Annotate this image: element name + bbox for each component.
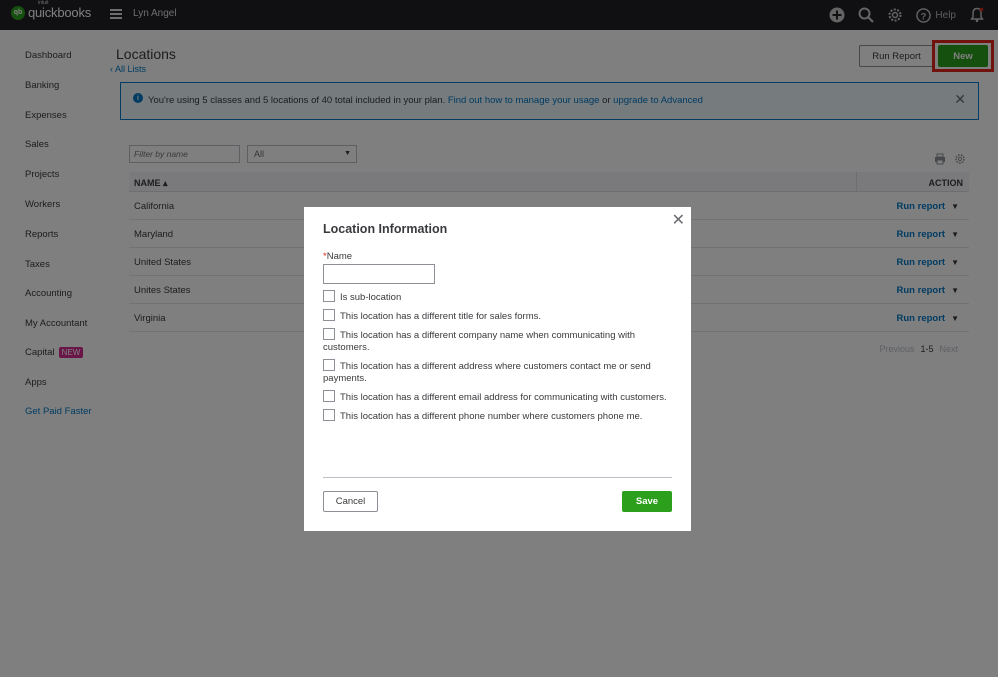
name-input[interactable] bbox=[323, 264, 435, 284]
sub-location-checkbox[interactable] bbox=[323, 290, 335, 302]
different-address-checkbox[interactable] bbox=[323, 359, 335, 371]
checkbox-row: Is sub-location bbox=[323, 290, 678, 304]
checkbox-row: This location has a different title for … bbox=[323, 309, 678, 323]
location-information-dialog: ✕ Location Information *Name Is sub-loca… bbox=[304, 207, 691, 531]
dialog-divider bbox=[323, 477, 672, 478]
different-email-checkbox[interactable] bbox=[323, 390, 335, 402]
save-button[interactable]: Save bbox=[622, 491, 672, 512]
close-icon[interactable]: ✕ bbox=[672, 210, 685, 230]
different-phone-checkbox[interactable] bbox=[323, 409, 335, 421]
checkbox-row: This location has a different email addr… bbox=[323, 390, 678, 404]
checkbox-row: This location has a different address wh… bbox=[323, 359, 651, 384]
checkbox-row: This location has a different company na… bbox=[323, 328, 636, 353]
checkbox-row: This location has a different phone numb… bbox=[323, 409, 678, 423]
dialog-title: Location Information bbox=[323, 222, 448, 236]
name-field-label: *Name bbox=[323, 251, 353, 262]
different-title-checkbox[interactable] bbox=[323, 309, 335, 321]
cancel-button[interactable]: Cancel bbox=[323, 491, 378, 512]
different-company-name-checkbox[interactable] bbox=[323, 328, 335, 340]
